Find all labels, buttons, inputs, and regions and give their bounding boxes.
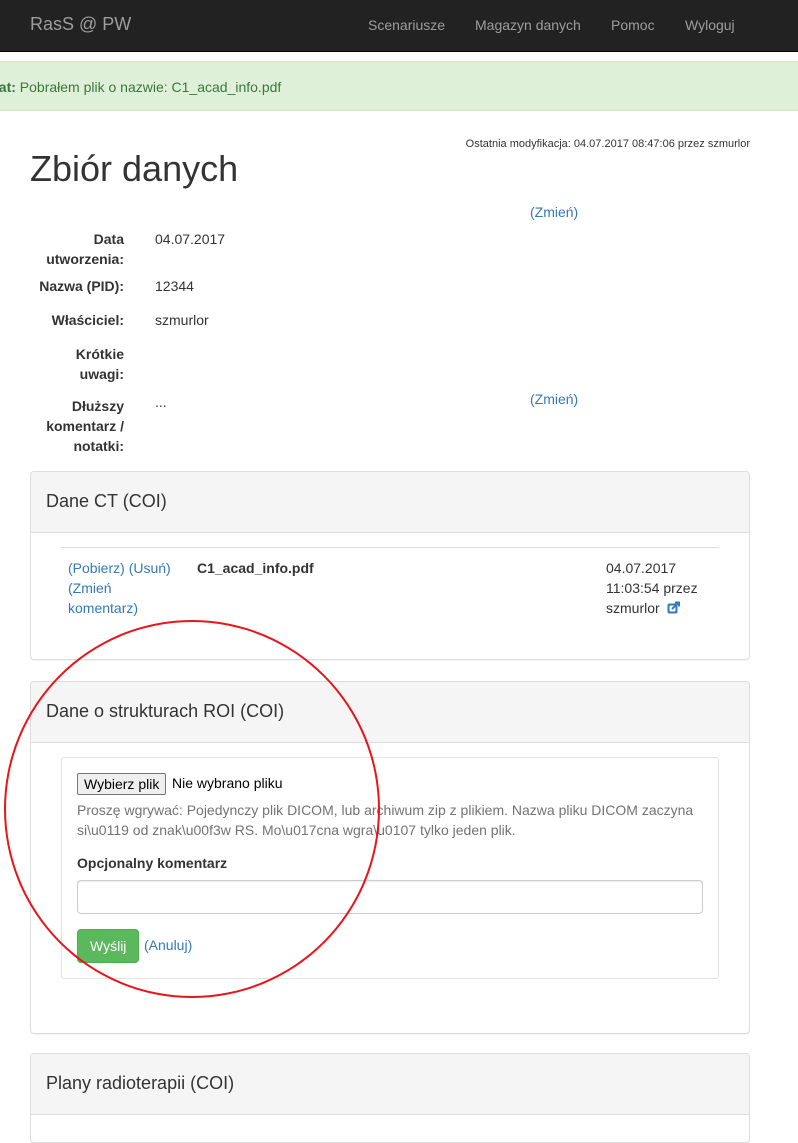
- owner-label: Właściciel:: [51, 312, 124, 328]
- send-button[interactable]: Wyślij: [77, 929, 140, 963]
- panel-heading: Plany radioterapii (COI): [31, 1054, 749, 1115]
- nav-item-data-store[interactable]: Magazyn danych: [475, 17, 581, 33]
- download-link[interactable]: (Pobierz): [68, 560, 125, 576]
- file-upload-info: 04.07.2017 11:03:54 przez szmurlor: [606, 560, 698, 616]
- choose-file-button[interactable]: Wybierz plik: [77, 773, 167, 795]
- long-notes-value: ...: [155, 394, 167, 410]
- no-file-label: Nie wybrano pliku: [172, 775, 283, 791]
- nav-item-logout[interactable]: Wyloguj: [685, 17, 735, 33]
- success-alert: kat: Pobrałem plik o nazwie: C1_acad_inf…: [0, 61, 798, 111]
- long-notes-label: Dłuższy komentarz / notatki:: [46, 398, 124, 454]
- change-notes-link[interactable]: (Zmień): [530, 389, 578, 409]
- brand-link[interactable]: RasS @ PW: [30, 14, 131, 35]
- panel-roi-data: Dane o strukturach ROI (COI) Wybierz pli…: [30, 681, 750, 1034]
- cancel-link[interactable]: (Anuluj): [144, 937, 192, 953]
- upload-help-text: Proszę wgrywać: Pojedynczy plik DICOM, l…: [77, 802, 694, 838]
- remove-link[interactable]: (Usuń): [129, 560, 171, 576]
- panel-ct-data: Dane CT (COI) (Pobierz) (Usuń) (Zmień kom…: [30, 471, 750, 660]
- created-label: Data utworzenia:: [46, 231, 124, 267]
- panel-radiotherapy-plans: Plany radioterapii (COI): [30, 1053, 750, 1143]
- name-value: 12344: [155, 278, 194, 294]
- last-modified: Ostatnia modyfikacja: 04.07.2017 08:47:0…: [465, 138, 750, 150]
- panel-heading: Dane o strukturach ROI (COI): [31, 682, 749, 743]
- panel-title: Dane CT (COI): [46, 491, 167, 511]
- nav-item-help[interactable]: Pomoc: [611, 17, 655, 33]
- external-link-icon[interactable]: [667, 599, 680, 614]
- file-name: C1_acad_info.pdf: [197, 560, 314, 576]
- page-title: Zbiór danych: [30, 148, 239, 189]
- alert-message: Pobrałem plik o nazwie: C1_acad_info.pdf: [19, 79, 282, 95]
- comment-label: Opcjonalny komentarz: [77, 855, 228, 871]
- alert-label: kat:: [0, 79, 16, 95]
- owner-value: szmurlor: [155, 312, 209, 328]
- nav-item-scenarios[interactable]: Scenariusze: [368, 17, 445, 33]
- change-comment-link[interactable]: (Zmień komentarz): [68, 580, 138, 616]
- created-value: 04.07.2017: [155, 231, 226, 247]
- top-navbar: RasS @ PW Scenariusze Magazyn danych Pom…: [0, 0, 798, 52]
- change-details-link[interactable]: (Zmień): [530, 202, 578, 222]
- panel-heading: Dane CT (COI): [31, 472, 749, 533]
- divider: [61, 547, 719, 548]
- panel-title: Plany radioterapii (COI): [46, 1073, 235, 1093]
- short-notes-label: Krótkie uwagi:: [75, 346, 124, 382]
- file-actions: (Pobierz) (Usuń) (Zmień komentarz): [68, 558, 188, 618]
- panel-title: Dane o strukturach ROI (COI): [46, 701, 285, 721]
- comment-input[interactable]: [77, 880, 703, 914]
- name-label: Nazwa (PID):: [39, 278, 124, 294]
- upload-form: Wybierz plik Nie wybrano pliku Proszę wg…: [61, 757, 719, 979]
